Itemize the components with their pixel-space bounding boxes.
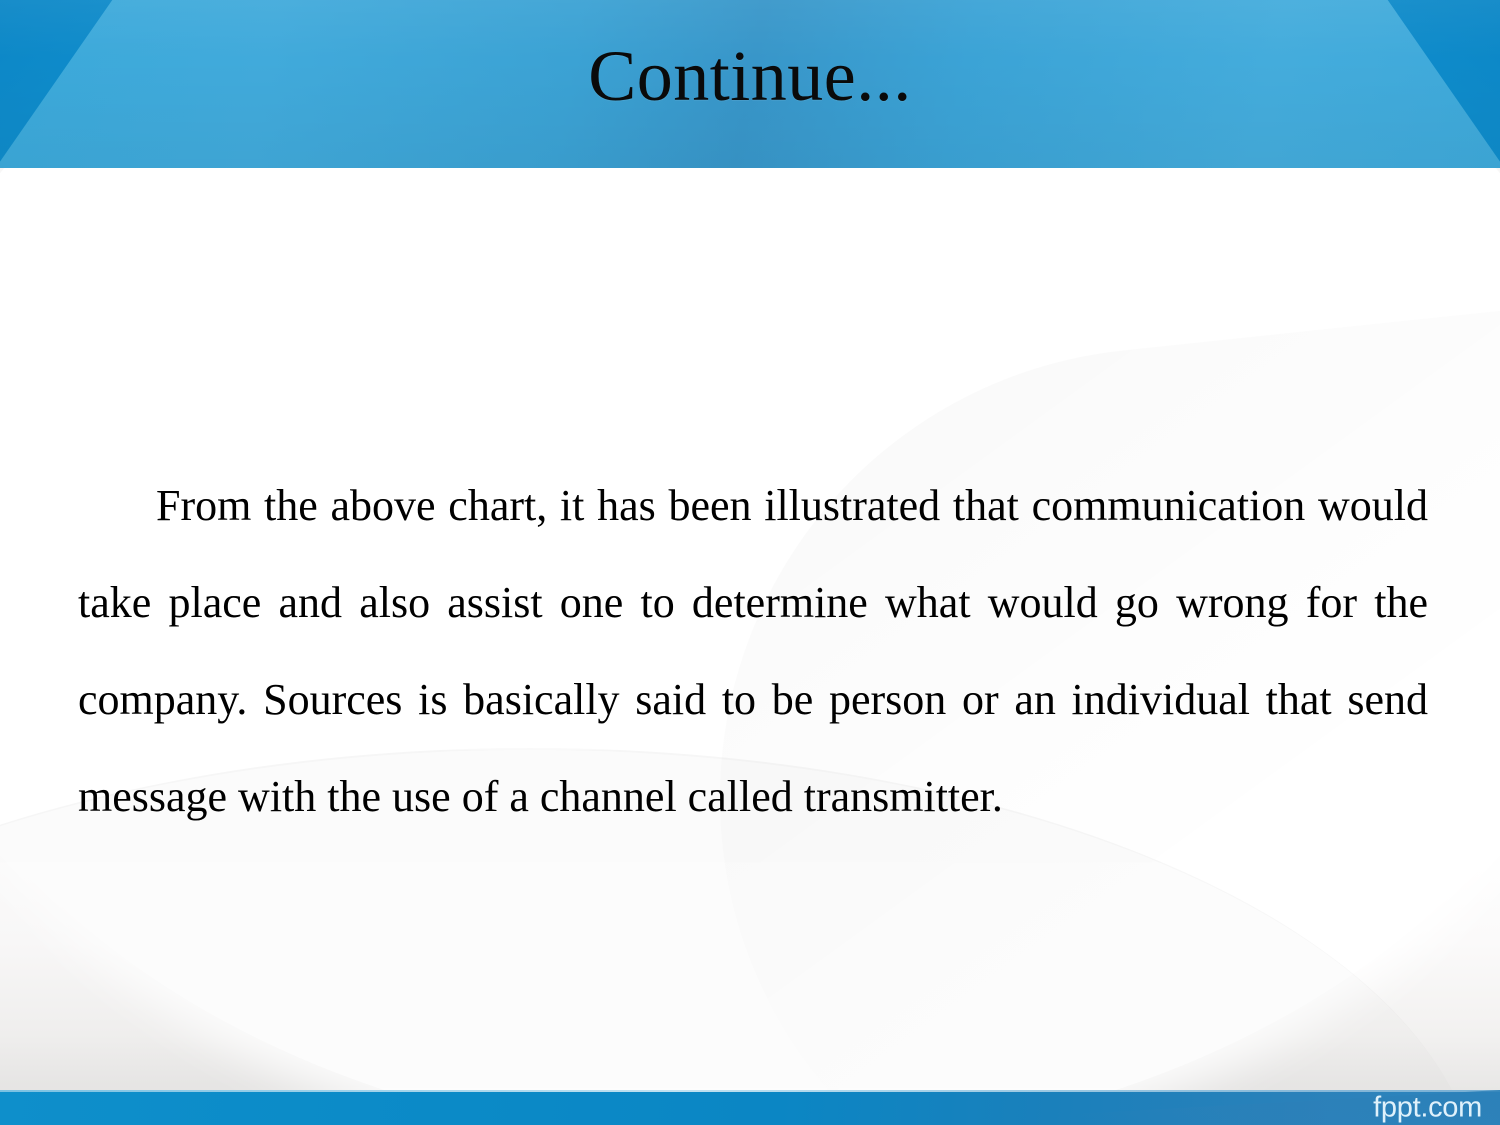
footer-top-hairline [0, 1090, 1500, 1092]
presentation-slide: Continue... From the above chart, it has… [0, 0, 1500, 1125]
slide-footer-bar: fppt.com [0, 1090, 1500, 1125]
slide-title: Continue... [588, 36, 912, 116]
slide-body-area: From the above chart, it has been illust… [0, 168, 1500, 1090]
footer-brand-watermark: fppt.com [1373, 1091, 1482, 1123]
slide-body-paragraph: From the above chart, it has been illust… [78, 481, 1428, 821]
